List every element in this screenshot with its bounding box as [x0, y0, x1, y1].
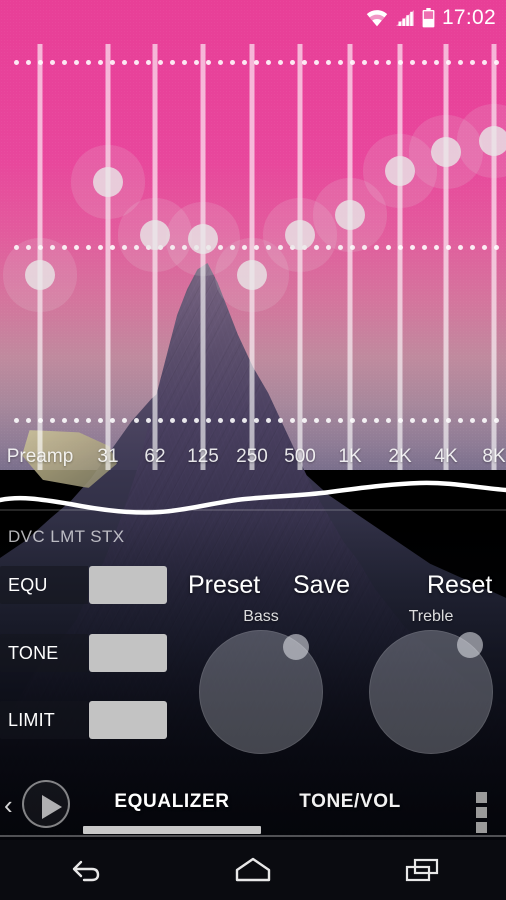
cellular-signal-icon [395, 10, 414, 26]
android-navigation-bar [0, 840, 506, 900]
eq-slider-thumb[interactable] [25, 260, 55, 290]
grid-dot [74, 418, 79, 423]
eq-slider-thumb[interactable] [479, 126, 506, 156]
toggle-tone[interactable]: TONE [0, 634, 167, 672]
tab-bar: ‹ EQUALIZER TONE/VOL [0, 775, 506, 838]
nav-home-button[interactable] [218, 847, 288, 893]
eq-slider-thumb[interactable] [237, 260, 267, 290]
eq-slider-track [297, 44, 303, 470]
play-triangle-icon [42, 795, 62, 819]
toggle-label: EQU [0, 566, 88, 604]
eq-band-slider-31[interactable] [86, 36, 130, 470]
eq-band-slider-2k[interactable] [378, 36, 422, 470]
overflow-dot [476, 807, 487, 818]
grid-dot [62, 245, 67, 250]
eq-band-slider-4k[interactable] [424, 36, 468, 470]
tab-bar-divider [0, 835, 506, 837]
knob-indicator-dot [283, 634, 309, 660]
eq-slider-track [37, 44, 43, 470]
status-bar: 17:02 [0, 0, 506, 36]
eq-slider-thumb[interactable] [140, 220, 170, 250]
eq-slider-track [443, 44, 449, 470]
eq-slider-track [200, 44, 206, 470]
overflow-menu-icon[interactable] [476, 792, 487, 833]
eq-band-label: Preamp [6, 446, 74, 467]
toggle-knob[interactable] [89, 701, 167, 739]
bass-knob[interactable]: Bass [199, 608, 323, 754]
eq-band-slider-125[interactable] [181, 36, 225, 470]
eq-slider-thumb[interactable] [285, 220, 315, 250]
eq-slider-thumb[interactable] [93, 167, 123, 197]
nav-back-button[interactable] [49, 847, 119, 893]
toggle-knob[interactable] [89, 634, 167, 672]
grid-dot [74, 60, 79, 65]
knob-dial[interactable] [199, 630, 323, 754]
knob-label: Treble [408, 608, 454, 625]
active-tab-underline [83, 826, 261, 834]
tab-equalizer[interactable]: EQUALIZER [114, 791, 229, 813]
toggle-label: LIMIT [0, 701, 88, 739]
eq-band-label: 2K [388, 446, 412, 467]
eq-band-label: 8K [482, 446, 506, 467]
eq-band-slider-8k[interactable] [472, 36, 506, 470]
back-icon [73, 860, 100, 882]
eq-slider-track [347, 44, 353, 470]
treble-knob[interactable]: Treble [369, 608, 493, 754]
eq-slider-thumb[interactable] [335, 200, 365, 230]
back-chevron-icon[interactable]: ‹ [4, 792, 13, 818]
grid-dot [62, 60, 67, 65]
grid-dot [62, 418, 67, 423]
eq-band-slider-1k[interactable] [328, 36, 372, 470]
overflow-dot [476, 822, 487, 833]
audio-flags-label: DVC LMT STX [8, 527, 125, 546]
save-button[interactable]: Save [293, 571, 350, 600]
tab-tone-vol[interactable]: TONE/VOL [299, 791, 401, 813]
eq-slider-track [105, 44, 111, 470]
knob-indicator-dot [457, 632, 483, 658]
toggle-label: TONE [0, 634, 88, 672]
grid-dot [74, 245, 79, 250]
eq-slider-track [491, 44, 497, 470]
toggle-knob[interactable] [89, 566, 167, 604]
wifi-icon [366, 10, 388, 27]
eq-slider-thumb[interactable] [188, 224, 218, 254]
play-circle-icon [22, 780, 70, 828]
eq-band-label: 500 [284, 446, 316, 467]
battery-icon [422, 8, 435, 28]
eq-band-label: 31 [97, 446, 119, 467]
eq-slider-track [152, 44, 158, 470]
knob-label: Bass [243, 608, 279, 625]
overflow-dot [476, 792, 487, 803]
eq-band-label: 1K [338, 446, 362, 467]
status-bar-clock: 17:02 [441, 6, 496, 29]
eq-band-slider-62[interactable] [133, 36, 177, 470]
eq-slider-track [249, 44, 255, 470]
eq-slider-thumb[interactable] [431, 137, 461, 167]
frequency-response-curve [0, 480, 506, 515]
nav-recents-button[interactable] [387, 847, 457, 893]
eq-band-label: 4K [434, 446, 458, 467]
eq-band-slider-500[interactable] [278, 36, 322, 470]
equalizer-graph [0, 36, 506, 470]
eq-slider-thumb[interactable] [385, 156, 415, 186]
app-screen: 17:02 Preamp 31 62 125 250 500 1K 2K 4K 8K DVC LM… [0, 0, 506, 900]
toggle-equ[interactable]: EQU [0, 566, 167, 604]
eq-band-label: 62 [144, 446, 166, 467]
eq-band-label: 125 [187, 446, 219, 467]
reset-button[interactable]: Reset [427, 571, 492, 600]
knob-dial[interactable] [369, 630, 493, 754]
recents-icon [405, 858, 438, 882]
preset-button[interactable]: Preset [188, 571, 260, 600]
toggle-limit[interactable]: LIMIT [0, 701, 167, 739]
eq-slider-track [397, 44, 403, 470]
eq-band-slider-preamp[interactable] [18, 36, 62, 470]
eq-band-slider-250[interactable] [230, 36, 274, 470]
home-icon [235, 857, 271, 882]
eq-band-label: 250 [236, 446, 268, 467]
